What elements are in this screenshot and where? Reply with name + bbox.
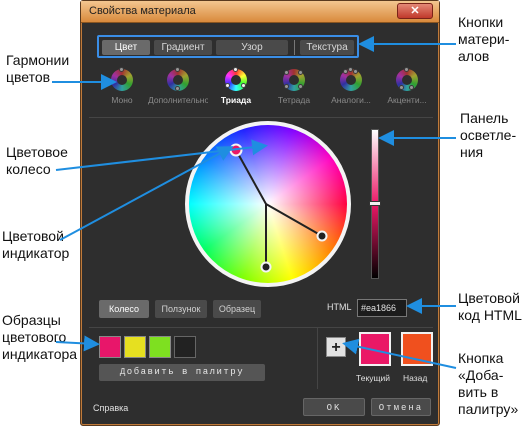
- callout-brightness: Панель осветле- ния: [460, 110, 517, 160]
- callout-indicator: Цветовой индикатор: [2, 228, 70, 261]
- callout-wheel: Цветовое колесо: [6, 144, 68, 177]
- swatch-empty[interactable]: [174, 336, 196, 358]
- indicator-handle-2: [316, 230, 328, 242]
- harmony-analogous-label: Аналоги...: [331, 95, 371, 105]
- harmony-mono-label: Моно: [111, 95, 133, 105]
- tab-texture[interactable]: Текстура: [300, 40, 354, 55]
- swatch-3[interactable]: [149, 336, 171, 358]
- ok-button[interactable]: OK: [303, 398, 365, 416]
- help-link[interactable]: Справка: [93, 403, 128, 413]
- harmony-mono[interactable]: Моно: [92, 67, 152, 105]
- indicator-handle-3: [260, 261, 272, 273]
- indicator-handle-main: [229, 143, 243, 157]
- harmony-analogous-icon: [340, 67, 362, 91]
- callout-html-code: Цветовой код HTML: [458, 290, 522, 323]
- tab-separator: [294, 40, 295, 55]
- harmony-accent-icon: [396, 67, 418, 91]
- harmony-triad-label: Триада: [220, 95, 252, 105]
- current-color-swatch: [359, 332, 391, 366]
- title-bar: Свойства материала ✕: [81, 1, 439, 23]
- harmony-complementary-label: Дополнительно: [148, 95, 208, 105]
- add-to-palette-button[interactable]: Добавить в палитру: [99, 364, 265, 381]
- harmony-tetrad-label: Тетрада: [277, 95, 311, 105]
- close-button[interactable]: ✕: [397, 3, 433, 19]
- tab-gradient[interactable]: Градиент: [154, 40, 212, 55]
- material-buttons: Цвет Градиент Узор Текстура: [97, 35, 359, 58]
- divider: [89, 327, 433, 328]
- mode-slider[interactable]: Ползунок: [155, 300, 207, 318]
- harmony-accent[interactable]: Акценти...: [377, 67, 437, 105]
- harmony-accent-label: Акценти...: [387, 95, 427, 105]
- color-indicator[interactable]: [185, 121, 351, 287]
- harmony-tetrad[interactable]: Тетрада: [264, 69, 324, 105]
- mode-wheel[interactable]: Колесо: [99, 300, 149, 318]
- cancel-button[interactable]: Отмена: [371, 398, 431, 416]
- callout-add-button: Кнопка «Доба- вить в палитру»: [458, 350, 519, 417]
- html-color-input[interactable]: [357, 299, 407, 317]
- html-label: HTML: [327, 302, 352, 312]
- callout-harmonies: Гармонии цветов: [6, 52, 70, 85]
- harmony-triad-icon: [225, 67, 247, 91]
- swatch-2[interactable]: [124, 336, 146, 358]
- divider: [317, 327, 318, 389]
- callout-material-buttons: Кнопки матери- алов: [458, 14, 510, 64]
- previous-color-swatch[interactable]: [401, 332, 433, 366]
- add-to-palette-plus-button[interactable]: +: [326, 337, 346, 357]
- window-title: Свойства материала: [89, 5, 196, 17]
- callout-samples: Образцы цветового индикатора: [2, 312, 78, 362]
- color-wheel[interactable]: [185, 121, 351, 287]
- previous-color-label: Назад: [403, 373, 428, 383]
- brightness-slider-handle[interactable]: [369, 201, 381, 206]
- harmony-mono-icon: [111, 67, 133, 91]
- current-color-label: Текущий: [356, 373, 390, 383]
- swatch-1[interactable]: [99, 336, 121, 358]
- tab-color[interactable]: Цвет: [102, 40, 150, 55]
- material-properties-dialog: Свойства материала ✕ Цвет Градиент Узор …: [80, 0, 440, 426]
- harmony-analogous[interactable]: Аналоги...: [321, 67, 381, 105]
- harmony-tetrad-icon: [283, 69, 305, 91]
- tab-pattern[interactable]: Узор: [216, 40, 288, 55]
- mode-sample[interactable]: Образец: [213, 300, 261, 318]
- divider: [89, 117, 433, 118]
- harmony-complementary[interactable]: Дополнительно: [148, 67, 208, 105]
- harmony-complementary-icon: [167, 67, 189, 91]
- harmony-triad[interactable]: Триада: [206, 67, 266, 105]
